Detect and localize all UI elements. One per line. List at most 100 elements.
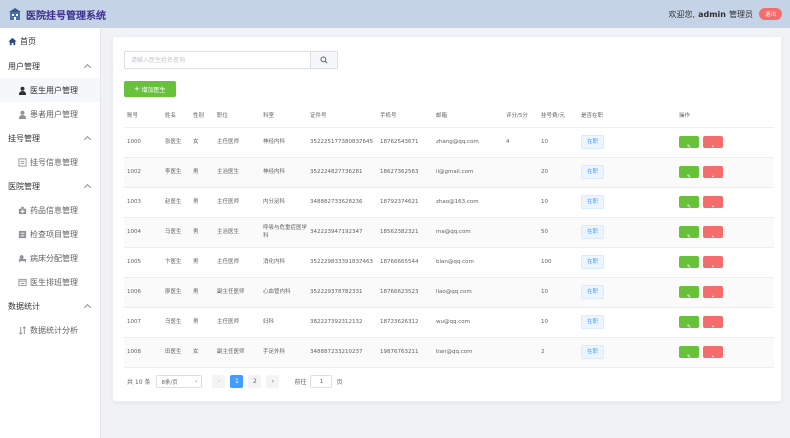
delete-button[interactable]: ▪ [703,226,723,240]
table-cell: 主任医师 [214,187,260,218]
page-jumper: 前往 1 页 [294,375,342,388]
table-cell [503,277,538,308]
status-cell: 在职 [578,157,676,188]
table-cell: tian@qq.com [433,337,503,368]
delete-icon: ▪ [712,174,714,180]
sidebar-group-label: 医院管理 [8,181,40,191]
user-icon [18,86,27,95]
sidebar-group-registration[interactable]: 挂号管理 [0,126,100,150]
sort-icon [19,325,26,335]
schedule-icon [18,278,27,286]
edit-icon: ✎ [686,144,692,150]
table-cell: 100 [538,247,578,278]
page-number-1[interactable]: 1 [230,375,244,388]
sidebar-item-schedule[interactable]: 医生排班管理 [0,270,100,294]
delete-button[interactable]: ▪ [703,316,723,330]
sidebar-group-user[interactable]: 用户管理 [0,54,100,78]
edit-icon: ✎ [686,354,692,360]
table-cell: 卞医生 [162,247,190,278]
edit-button[interactable]: ✎ [679,196,699,210]
edit-button[interactable]: ✎ [679,316,699,330]
prev-page-button[interactable]: ‹ [212,375,226,388]
table-cell: wu@qq.com [433,307,503,338]
page-number-2[interactable]: 2 [248,375,262,388]
sidebar-group-hospital[interactable]: 医院管理 [0,174,100,198]
table-cell [503,157,538,188]
edit-button[interactable]: ✎ [679,346,699,360]
table-cell: 352225177380837645 [307,127,377,158]
edit-button[interactable]: ✎ [679,166,699,180]
bed-icon [18,254,27,263]
logout-button[interactable]: 退出 [758,8,782,20]
table-cell [503,217,538,248]
delete-icon: ▪ [712,294,714,300]
table-cell: 男 [190,187,214,218]
table-cell: 18792374621 [377,187,433,218]
sidebar-item-label: 数据统计分析 [30,325,78,335]
sidebar-item-patient-users[interactable]: 患者用户管理 [0,102,100,126]
delete-icon: ▪ [712,234,714,240]
delete-icon: ▪ [712,264,714,270]
search-input[interactable] [124,51,310,69]
table-cell: liao@qq.com [433,277,503,308]
edit-button[interactable]: ✎ [679,256,699,270]
table-cell: 382227392312132 [307,307,377,338]
plus-icon: + [134,83,140,94]
sidebar-group-statistics[interactable]: 数据统计 [0,294,100,318]
sidebar-item-bed[interactable]: 病床分配管理 [0,246,100,270]
sidebar-item-doctor-users[interactable]: 医生用户管理 [0,78,100,102]
sidebar-group-label: 用户管理 [8,61,40,71]
edit-icon: ✎ [686,204,692,210]
table-cell: 352229378782331 [307,277,377,308]
delete-button[interactable]: ▪ [703,286,723,300]
table-cell: 副主任医师 [214,337,260,368]
table-cell: 乌医生 [162,307,190,338]
delete-button[interactable]: ▪ [703,346,723,360]
table-cell: 男 [190,157,214,188]
sidebar-item-label: 患者用户管理 [30,109,78,119]
user-role: 管理员 [728,9,753,19]
delete-button[interactable]: ▪ [703,256,723,270]
medicine-icon [18,206,27,214]
table-cell: 妇科 [260,307,307,338]
delete-button[interactable]: ▪ [703,166,723,180]
table-cell: 20 [538,157,578,188]
table-cell: 18723626312 [377,307,433,338]
column-header: 职位 [214,104,260,128]
page-size-select[interactable]: 8条/页 ▾ [156,375,203,388]
sidebar-item-statistics-analysis[interactable]: 数据统计分析 [0,318,100,342]
table-row: 1003 赵医生男主任医师 内分泌科 348882733628236 187923746… [124,187,774,218]
delete-icon: ▪ [712,354,714,360]
sidebar-item-registration-info[interactable]: 挂号信息管理 [0,150,100,174]
sidebar-item-check-items[interactable]: 检查项目管理 [0,222,100,246]
goto-page-input[interactable]: 1 [310,375,333,388]
chevron-left-icon: ‹ [217,378,221,385]
app-header: 医院挂号管理系统 欢迎您, admin 管理员 退出 [0,0,790,28]
edit-button[interactable]: ✎ [679,226,699,240]
add-doctor-button[interactable]: + 增加医生 [124,81,176,97]
search-button[interactable] [310,51,338,69]
table-cell: 18762543671 [377,127,433,158]
table-cell [503,307,538,338]
delete-button[interactable]: ▪ [703,136,723,150]
delete-button[interactable]: ▪ [703,196,723,210]
table-cell: zhang@qq.com [433,127,503,158]
table-cell: 348887233210237 [307,337,377,368]
table-cell: 342223947192347 [307,217,377,248]
edit-button[interactable]: ✎ [679,286,699,300]
actions-cell: ✎ ▪ [676,337,774,368]
edit-button[interactable]: ✎ [679,136,699,150]
table-cell: 男 [190,277,214,308]
sidebar-item-home[interactable]: 首页 [0,28,100,54]
app-title: 医院挂号管理系统 [26,10,106,22]
table-cell: 352224827736281 [307,157,377,188]
sidebar-item-medicine[interactable]: 药品信息管理 [0,198,100,222]
status-badge: 在职 [581,225,605,239]
table-cell: 主任医师 [214,127,260,158]
table-row: 1008 田医生女副主任医师 手足外科 348887233210237 19876763… [124,337,774,368]
table-cell: 1007 [124,307,162,338]
table-cell: 10 [538,127,578,158]
hospital-icon [9,8,21,20]
next-page-button[interactable]: › [266,375,280,388]
table-cell: 348882733628236 [307,187,377,218]
